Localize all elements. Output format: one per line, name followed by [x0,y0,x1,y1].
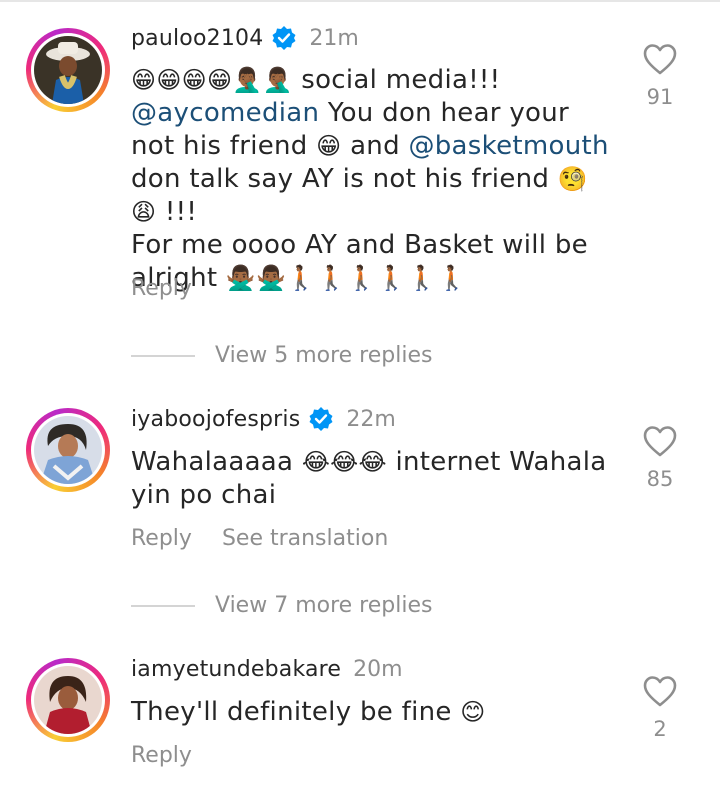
mention-link[interactable]: @aycomedian [131,98,319,128]
view-replies-button[interactable]: View 5 more replies [215,343,432,368]
text-segment: social media!!! [292,65,501,95]
reply-button[interactable]: Reply [131,743,192,768]
comment-header: iamyetundebakare 20m [131,652,403,686]
heart-outline-icon[interactable] [642,42,678,76]
mention-link[interactable]: @basketmouth [408,131,608,161]
comment-text: 😁😁😁😁🤦🏾‍♂️🤦🏾‍♂️ social media!!! @aycomedia… [131,64,611,295]
timestamp: 21m [309,25,359,51]
text-segment: and [341,131,409,161]
emoji-group: 😊 [460,698,486,726]
avatar[interactable] [26,28,110,112]
comment-actions: Reply [131,276,192,301]
like-control: 91 [640,42,680,109]
emoji-group: 🙅🏾‍♂️🙅🏾‍♂️🚶🏾🚶🏾🚶🏾🚶🏾🚶🏾🚶🏾 [225,264,468,292]
verified-badge-icon [272,26,296,50]
reply-button[interactable]: Reply [131,276,192,301]
like-control: 2 [640,674,680,741]
emoji-group: 😁😁😁😁🤦🏾‍♂️🤦🏾‍♂️ [131,66,293,94]
replies-divider [131,354,195,357]
text-segment: Wahalaaaaa [131,447,302,477]
view-replies-row[interactable]: View 5 more replies [131,343,432,368]
like-count: 91 [646,85,674,109]
avatar-photo-icon [34,36,102,104]
avatar[interactable] [26,408,110,492]
comment-header: iyaboojofespris 22m [131,402,396,436]
comment-header: pauloo2104 21m [131,21,359,55]
heart-outline-icon[interactable] [642,674,678,708]
verified-badge-icon [309,407,333,431]
comment-actions: Reply See translation [131,526,388,551]
like-count: 85 [646,467,674,491]
reply-button[interactable]: Reply [131,526,192,551]
emoji-group: 😂😂😂 [301,448,387,476]
emoji-group: 😁 [316,132,342,160]
replies-divider [131,604,195,607]
top-divider [0,0,720,2]
like-count: 2 [653,717,667,741]
comment-text: They'll definitely be fine 😊 [131,696,611,729]
view-replies-button[interactable]: View 7 more replies [215,593,432,618]
username[interactable]: iamyetundebakare [131,657,341,682]
text-segment: !!! [156,197,198,227]
view-replies-row[interactable]: View 7 more replies [131,593,432,618]
text-segment: They'll definitely be fine [131,697,461,727]
timestamp: 22m [346,406,396,432]
username[interactable]: pauloo2104 [131,26,263,51]
username[interactable]: iyaboojofespris [131,407,300,432]
text-segment: don talk say AY is not his friend [131,164,558,194]
comment-actions: Reply [131,743,192,768]
avatar-photo-icon [34,416,102,484]
heart-outline-icon[interactable] [642,424,678,458]
like-control: 85 [640,424,680,491]
avatar[interactable] [26,658,110,742]
avatar-photo-icon [34,666,102,734]
comment-text: Wahalaaaaa 😂😂😂 internet Wahala yin po ch… [131,446,611,512]
see-translation-button[interactable]: See translation [222,526,388,551]
timestamp: 20m [353,656,403,682]
